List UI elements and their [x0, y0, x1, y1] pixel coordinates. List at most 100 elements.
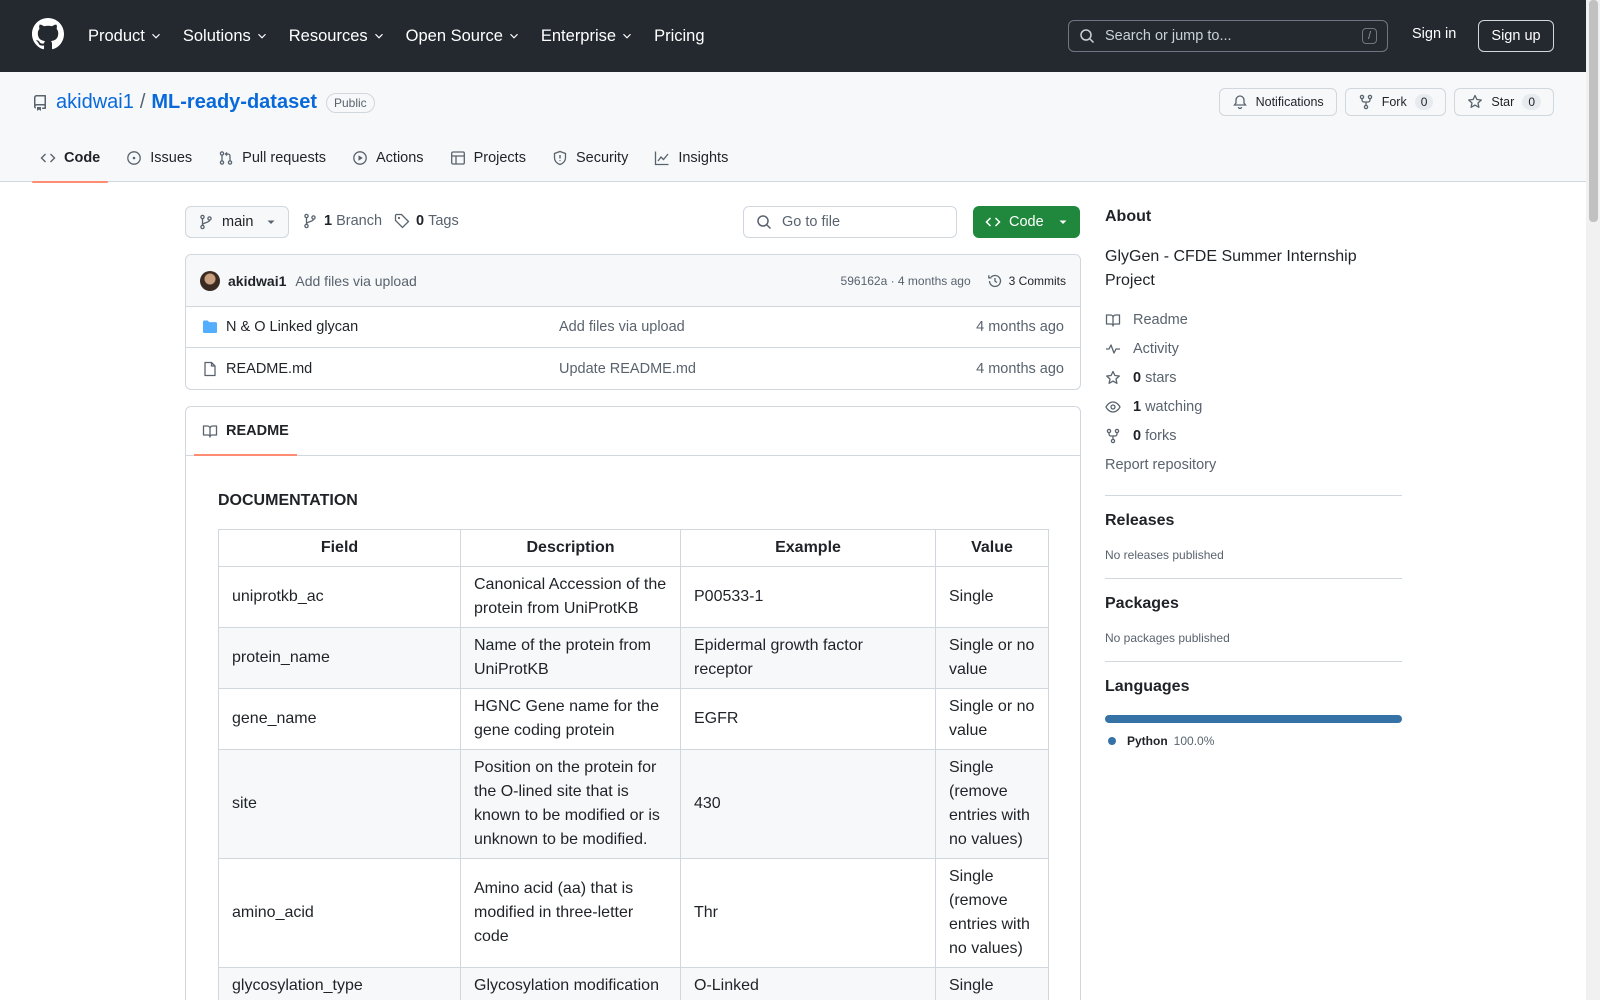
- book-icon: [1105, 313, 1121, 327]
- star-button[interactable]: Star 0: [1454, 88, 1554, 116]
- fork-button[interactable]: Fork 0: [1344, 88, 1447, 116]
- column-header: Value: [935, 529, 1049, 567]
- releases-note: No releases published: [1105, 548, 1224, 562]
- sign-up-button[interactable]: Sign up: [1478, 20, 1554, 52]
- report-repository-label: Report repository: [1105, 456, 1217, 473]
- releases-heading[interactable]: Releases: [1105, 512, 1402, 530]
- commits-count: 3 Commits: [1008, 273, 1066, 288]
- tag-count-label: Tags: [428, 213, 459, 229]
- commit-message[interactable]: Add files via upload: [295, 273, 416, 289]
- nav-resources[interactable]: Resources: [289, 27, 386, 46]
- file-commit-message[interactable]: Add files via upload: [559, 319, 976, 335]
- report-repository-link[interactable]: Report repository: [1105, 450, 1402, 479]
- repo-description: GlyGen - CFDE Summer Internship Project: [1105, 248, 1357, 289]
- table-row: site Position on the protein for the O-l…: [218, 749, 1049, 859]
- table-cell: Canonical Accession of the protein from …: [460, 566, 681, 628]
- table-cell: site: [218, 749, 461, 859]
- file-row[interactable]: README.md Update README.md 4 months ago: [186, 348, 1080, 389]
- table-cell: glycosylation_type: [218, 967, 461, 1000]
- nav-enterprise-label: Enterprise: [540, 26, 617, 45]
- repo-path-separator: /: [139, 91, 146, 113]
- search-icon: [757, 215, 772, 230]
- pull-request-icon: [219, 151, 233, 165]
- code-dropdown-button[interactable]: Code: [973, 206, 1080, 238]
- repo-header: akidwai1 / ML-ready-dataset Public Notif…: [0, 72, 1586, 183]
- stars-label: stars: [1145, 369, 1177, 386]
- file-name[interactable]: README.md: [226, 361, 559, 377]
- watching-link[interactable]: 1 watching: [1105, 392, 1402, 421]
- language-name: Python: [1127, 734, 1168, 748]
- tab-insights-label: Insights: [678, 150, 729, 166]
- global-search-input[interactable]: Search or jump to... /: [1068, 20, 1388, 52]
- activity-link[interactable]: Activity: [1105, 334, 1402, 363]
- stars-link[interactable]: 0 stars: [1105, 363, 1402, 392]
- pulse-icon: [1106, 343, 1120, 354]
- tab-insights[interactable]: Insights: [646, 134, 736, 182]
- tab-code-label: Code: [64, 150, 101, 166]
- avatar[interactable]: [200, 270, 220, 291]
- notifications-label: Notifications: [1255, 95, 1324, 109]
- tab-projects-label: Projects: [473, 150, 526, 166]
- branch-icon: [200, 214, 212, 230]
- column-header: Example: [680, 529, 936, 567]
- go-to-file-input[interactable]: Go to file: [743, 206, 957, 238]
- tab-pull-requests[interactable]: Pull requests: [210, 134, 334, 182]
- languages-heading: Languages: [1105, 678, 1190, 695]
- nav-solutions[interactable]: Solutions: [183, 27, 269, 46]
- commit-sha-time[interactable]: 596162a · 4 months ago: [841, 274, 971, 288]
- search-placeholder: Search or jump to...: [1105, 28, 1232, 44]
- history-icon: [987, 274, 1001, 287]
- visibility-badge: Public: [326, 92, 375, 113]
- repo-owner-link[interactable]: akidwai1: [56, 91, 134, 114]
- star-label: Star: [1491, 95, 1515, 109]
- tab-projects[interactable]: Projects: [442, 134, 534, 182]
- search-icon: [1080, 29, 1095, 44]
- nav-pricing[interactable]: Pricing: [654, 27, 704, 46]
- commits-link[interactable]: 3 Commits: [987, 273, 1066, 289]
- file-icon: [204, 361, 216, 376]
- tab-code[interactable]: Code: [32, 134, 109, 183]
- forks-link[interactable]: 0 forks: [1105, 421, 1402, 450]
- packages-heading[interactable]: Packages: [1105, 595, 1402, 613]
- eye-icon: [1105, 400, 1121, 413]
- commit-author[interactable]: akidwai1: [228, 273, 286, 289]
- nav-open-source-label: Open Source: [405, 26, 503, 45]
- nav-enterprise[interactable]: Enterprise: [541, 27, 634, 46]
- tags-link[interactable]: 0 Tags: [394, 213, 459, 229]
- column-header: Description: [460, 529, 681, 567]
- readme-link[interactable]: Readme: [1105, 305, 1402, 334]
- file-name[interactable]: N & O Linked glycan: [226, 319, 559, 335]
- nav-open-source[interactable]: Open Source: [406, 27, 521, 46]
- tab-actions[interactable]: Actions: [344, 134, 432, 182]
- readme-tab[interactable]: README: [194, 407, 297, 456]
- branch-select-button[interactable]: main: [185, 206, 289, 238]
- tab-issues[interactable]: Issues: [118, 134, 200, 182]
- language-item[interactable]: Python 100.0%: [1105, 734, 1402, 748]
- repo-name-link[interactable]: ML-ready-dataset: [151, 91, 317, 114]
- table-cell: Amino acid (aa) that is modified in thre…: [460, 858, 681, 968]
- sign-in-link[interactable]: Sign in: [1412, 26, 1456, 42]
- notifications-button[interactable]: Notifications: [1218, 88, 1337, 116]
- github-logo-icon[interactable]: [32, 18, 64, 50]
- scrollbar-thumb[interactable]: [1589, 0, 1598, 222]
- table-cell: amino_acid: [218, 858, 461, 968]
- file-row[interactable]: N & O Linked glycan Add files via upload…: [186, 307, 1080, 348]
- language-color-dot: [1108, 737, 1116, 745]
- latest-commit: akidwai1 Add files via upload 596162a · …: [186, 255, 1080, 307]
- watching-label: watching: [1145, 398, 1203, 415]
- tab-security[interactable]: Security: [544, 134, 636, 182]
- nav-product-label: Product: [88, 26, 145, 45]
- play-icon: [353, 151, 367, 165]
- file-commit-message[interactable]: Update README.md: [559, 361, 976, 377]
- table-icon: [450, 151, 465, 165]
- table-row: uniprotkb_ac Canonical Accession of the …: [218, 566, 1049, 628]
- star-icon: [1468, 94, 1483, 108]
- nav-pricing-label: Pricing: [654, 26, 705, 45]
- nav-product[interactable]: Product: [88, 27, 163, 46]
- code-button-label: Code: [1009, 214, 1044, 230]
- packages-note: No packages published: [1105, 631, 1230, 645]
- star-count: 0: [1522, 94, 1541, 110]
- branches-link[interactable]: 1 Branch: [302, 213, 382, 229]
- branch-name: main: [222, 214, 254, 230]
- activity-link-label: Activity: [1133, 340, 1179, 357]
